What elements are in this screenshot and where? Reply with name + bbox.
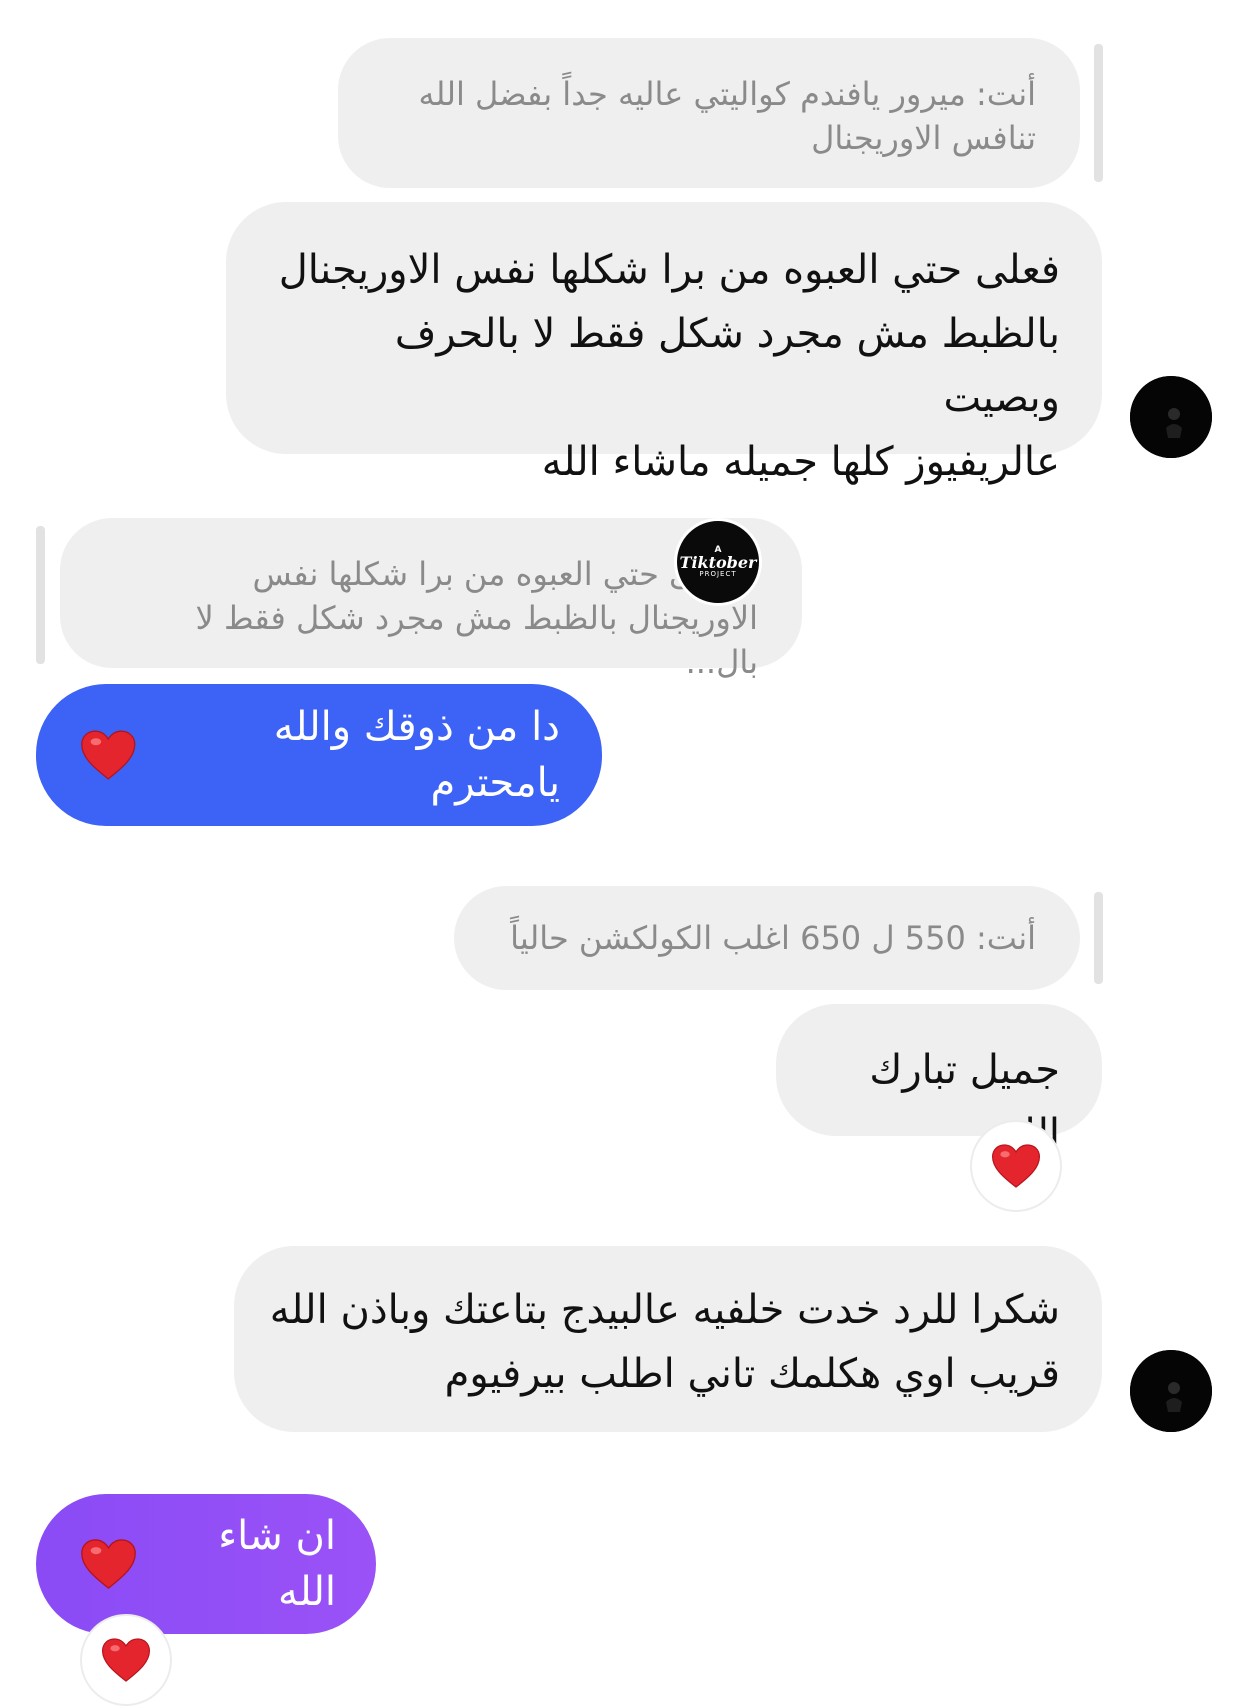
message-text-line: شكرا للرد خدت خلفيه عالبيدج بتاعتك وباذن… <box>269 1287 1060 1333</box>
message-reaction[interactable] <box>970 1120 1062 1212</box>
message-text-line: بالظبط مش مجرد شكل فقط لا بالحرف وبصيت <box>394 311 1060 421</box>
message-bubble-outgoing[interactable]: دا من ذوقك والله يامحترم <box>36 684 602 826</box>
message-text: ان شاء الله <box>218 1513 336 1615</box>
message-bubble-outgoing[interactable]: ان شاء الله <box>36 1494 376 1634</box>
reply-quote-line: أنت: ميرور يافندم كواليتي عاليه جداً بفض… <box>418 75 1036 113</box>
avatar[interactable] <box>1130 1350 1212 1432</box>
avatar-image <box>1130 1350 1212 1432</box>
message-bubble-incoming[interactable]: جميل تبارك الله <box>776 1004 1102 1157</box>
reply-quote: أنت: 550 ل 650 اغلب الكولكشن حالياً <box>454 886 1080 990</box>
message-bubble-incoming[interactable]: فعلى حتي العبوه من برا شكلها نفس الاوريج… <box>226 202 1102 485</box>
heart-emoji-icon <box>80 1537 137 1591</box>
message-text-line: قريب اوي هكلمك تاني اطلب بيرفيوم <box>444 1351 1060 1397</box>
reply-indicator-bar <box>1094 892 1103 984</box>
reply-quote-line: : فعلى حتي العبوه من برا شكلها نفس <box>252 555 758 593</box>
tiktober-sticker: A Tiktober PROJECT <box>674 518 762 606</box>
message-text-line: فعلى حتي العبوه من برا شكلها نفس الاوريج… <box>278 247 1060 293</box>
message-bubble-incoming[interactable]: شكرا للرد خدت خلفيه عالبيدج بتاعتك وباذن… <box>234 1246 1102 1432</box>
sticker-brand-text: Tiktober <box>679 553 757 572</box>
message-text: دا من ذوقك والله يامحترم <box>273 704 560 806</box>
reply-quote-line: الاوريجنال بالظبط مش مجرد شكل فقط لا بال… <box>195 599 758 681</box>
message-reaction[interactable] <box>80 1614 172 1706</box>
reply-quote-line: أنت: 550 ل 650 اغلب الكولكشن حالياً <box>510 919 1036 957</box>
message-text-line: عالريفيوز كلها جميله ماشاء الله <box>541 439 1060 485</box>
avatar-image <box>1130 376 1212 458</box>
reply-quote-line: تنافس الاوريجنال <box>811 119 1036 157</box>
reply-indicator-bar <box>1094 44 1103 182</box>
reply-quote: أنت: ميرور يافندم كواليتي عاليه جداً بفض… <box>338 38 1080 188</box>
reply-indicator-bar <box>36 526 45 664</box>
avatar[interactable] <box>1130 376 1212 458</box>
heart-reaction-icon <box>991 1143 1041 1189</box>
heart-emoji-icon <box>80 728 137 782</box>
sticker-sub-text: PROJECT <box>699 570 737 578</box>
heart-reaction-icon <box>101 1637 151 1683</box>
